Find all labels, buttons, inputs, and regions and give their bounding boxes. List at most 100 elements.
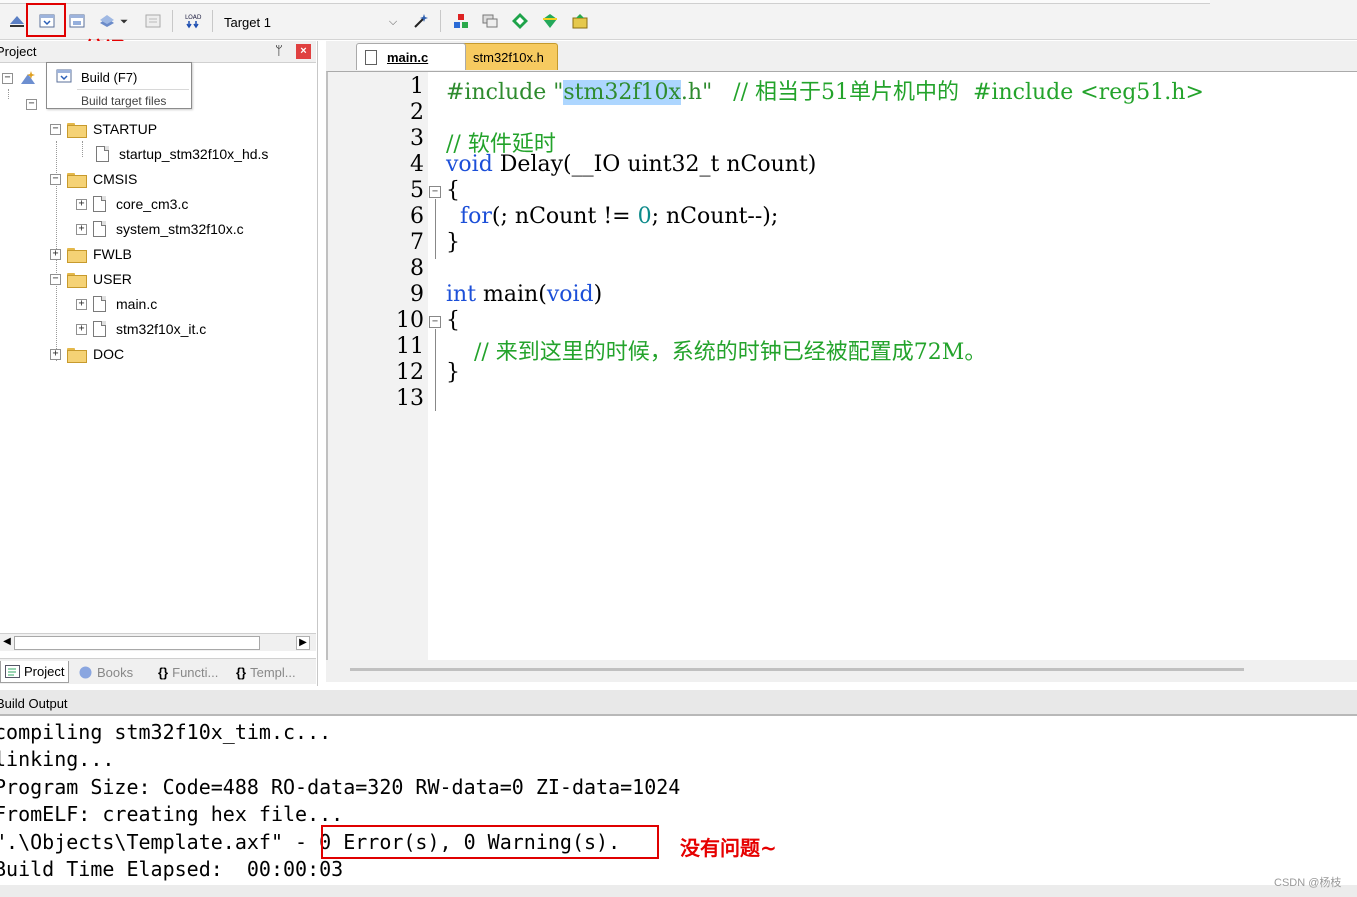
project-panel-tabs: Project Books {} Functi... {} Templ...: [0, 658, 316, 684]
file-icon: [365, 49, 377, 65]
tab-books[interactable]: Books: [78, 661, 133, 683]
build-output-bottom-bar: [0, 885, 1357, 897]
line-number: 8: [410, 256, 424, 281]
file-extensions-icon[interactable]: [450, 10, 472, 32]
tree-item-cmsis[interactable]: − CMSIS: [50, 168, 137, 190]
scroll-left-icon[interactable]: ◀: [0, 636, 14, 650]
fold-collapse-icon[interactable]: −: [429, 316, 441, 328]
project-horizontal-scrollbar[interactable]: ◀ ▶: [0, 633, 316, 651]
svg-text:LOAD: LOAD: [185, 14, 202, 21]
expand-icon[interactable]: +: [50, 248, 61, 260]
collapse-icon[interactable]: −: [50, 173, 61, 185]
line-number: 11: [396, 334, 424, 359]
line-number: 1: [410, 74, 424, 99]
file-icon: [93, 196, 106, 212]
line-number: 5: [410, 178, 424, 203]
expand-icon[interactable]: +: [76, 198, 87, 210]
toolbar: LOAD Target 1 ⌵: [0, 0, 1357, 40]
build-output-panel: Build Output compiling stm32f10x_tim.c..…: [0, 690, 1357, 897]
tooltip-description: Build target files: [81, 94, 167, 108]
tree-item-label: DOC: [93, 346, 125, 362]
code-line-6: for(; nCount != 0; nCount--);: [460, 204, 779, 229]
template-icon: {}: [236, 664, 247, 680]
line-number: 4: [410, 152, 424, 177]
magic-wand-icon[interactable]: [410, 10, 432, 32]
tree-item-doc[interactable]: + DOC: [50, 343, 124, 365]
collapse-icon[interactable]: −: [26, 98, 37, 110]
line-number: 7: [410, 230, 424, 255]
line-number: 13: [396, 386, 424, 411]
build-output-title: Build Output: [0, 696, 68, 711]
select-software-packs-icon[interactable]: [569, 10, 591, 32]
expand-icon[interactable]: +: [76, 298, 87, 310]
collapse-icon[interactable]: −: [50, 273, 61, 285]
pin-icon[interactable]: ᛘ: [275, 43, 283, 58]
line-number: 2: [410, 100, 424, 125]
line-number: 10: [396, 308, 424, 333]
folder-open-icon: [67, 122, 87, 138]
output-line: compiling stm32f10x_tim.c...: [0, 720, 332, 744]
batch-build-dropdown-icon[interactable]: [118, 10, 130, 32]
tree-item-label: startup_stm32f10x_hd.s: [119, 146, 269, 162]
tree-item-fwlb[interactable]: + FWLB: [50, 243, 132, 265]
build-annotation-box: [26, 3, 66, 37]
manage-components-icon[interactable]: [479, 10, 501, 32]
toolbar-separator: [212, 10, 213, 32]
tab-main-c[interactable]: main.c: [356, 43, 466, 70]
books-icon: [79, 666, 92, 678]
scrollbar-thumb[interactable]: [14, 636, 260, 650]
tree-row-project-root[interactable]: −: [2, 67, 37, 89]
editor-horizontal-scrollbar[interactable]: [326, 660, 1357, 682]
tree-row-target[interactable]: −: [26, 93, 43, 115]
line-number: 12: [396, 360, 424, 385]
tree-item-startup-file[interactable]: startup_stm32f10x_hd.s: [96, 143, 268, 165]
rebuild-button[interactable]: [66, 10, 88, 32]
file-icon: [93, 296, 106, 312]
translate-icon[interactable]: [6, 10, 28, 32]
collapse-icon[interactable]: −: [2, 72, 13, 84]
tab-functions[interactable]: {} Functi...: [158, 661, 218, 683]
tree-item-stm32-it[interactable]: + stm32f10x_it.c: [76, 318, 206, 340]
build-output-header: Build Output: [0, 690, 1357, 716]
tree-item-label: stm32f10x_it.c: [116, 321, 207, 337]
chevron-down-icon[interactable]: ⌵: [384, 16, 402, 32]
output-line: linking...: [0, 747, 115, 771]
stop-build-icon[interactable]: [142, 10, 164, 32]
fold-collapse-icon[interactable]: −: [429, 186, 441, 198]
tab-templates[interactable]: {} Templ...: [236, 661, 296, 683]
code-line-9: int main(void): [446, 282, 603, 307]
batch-build-button[interactable]: [96, 10, 118, 32]
tree-item-label: STARTUP: [93, 121, 158, 137]
target-select[interactable]: Target 1: [224, 15, 271, 30]
download-icon[interactable]: LOAD: [182, 10, 204, 32]
project-panel-header: Project ᛘ ×: [0, 41, 316, 63]
tree-guide-line: [82, 141, 83, 157]
expand-icon[interactable]: +: [50, 348, 61, 360]
scroll-right-icon[interactable]: ▶: [296, 636, 310, 650]
pack-installer-icon[interactable]: [539, 10, 561, 32]
tree-item-main-c[interactable]: + main.c: [76, 293, 157, 315]
toolbar-separator: [440, 10, 441, 32]
tree-item-startup[interactable]: − STARTUP: [50, 118, 157, 140]
tree-item-user[interactable]: − USER: [50, 268, 132, 290]
tooltip-divider: [77, 89, 189, 90]
fold-guide-line: [435, 329, 436, 411]
code-editor[interactable]: 1 2 3 4 5 6 7 8 9 10 11 12 13 − − #inclu…: [326, 71, 1357, 662]
tree-item-label: main.c: [116, 296, 158, 312]
collapse-icon[interactable]: −: [50, 123, 61, 135]
tab-project[interactable]: Project: [0, 661, 70, 683]
tree-item-core-cm3[interactable]: + core_cm3.c: [76, 193, 188, 215]
tree-item-label: core_cm3.c: [116, 196, 189, 212]
project-tab-icon: [5, 665, 20, 678]
expand-icon[interactable]: +: [76, 323, 87, 335]
line-number: 3: [410, 126, 424, 151]
file-icon: [93, 321, 106, 337]
diamond-icon[interactable]: [509, 10, 531, 32]
braces-icon: {}: [158, 664, 169, 680]
build-icon: [56, 69, 72, 83]
no-problem-annotation-text: 没有问题~: [680, 836, 777, 860]
close-icon[interactable]: ×: [296, 44, 311, 59]
expand-icon[interactable]: +: [76, 223, 87, 235]
scrollbar-track[interactable]: [350, 668, 1244, 671]
tree-item-system-stm32[interactable]: + system_stm32f10x.c: [76, 218, 244, 240]
